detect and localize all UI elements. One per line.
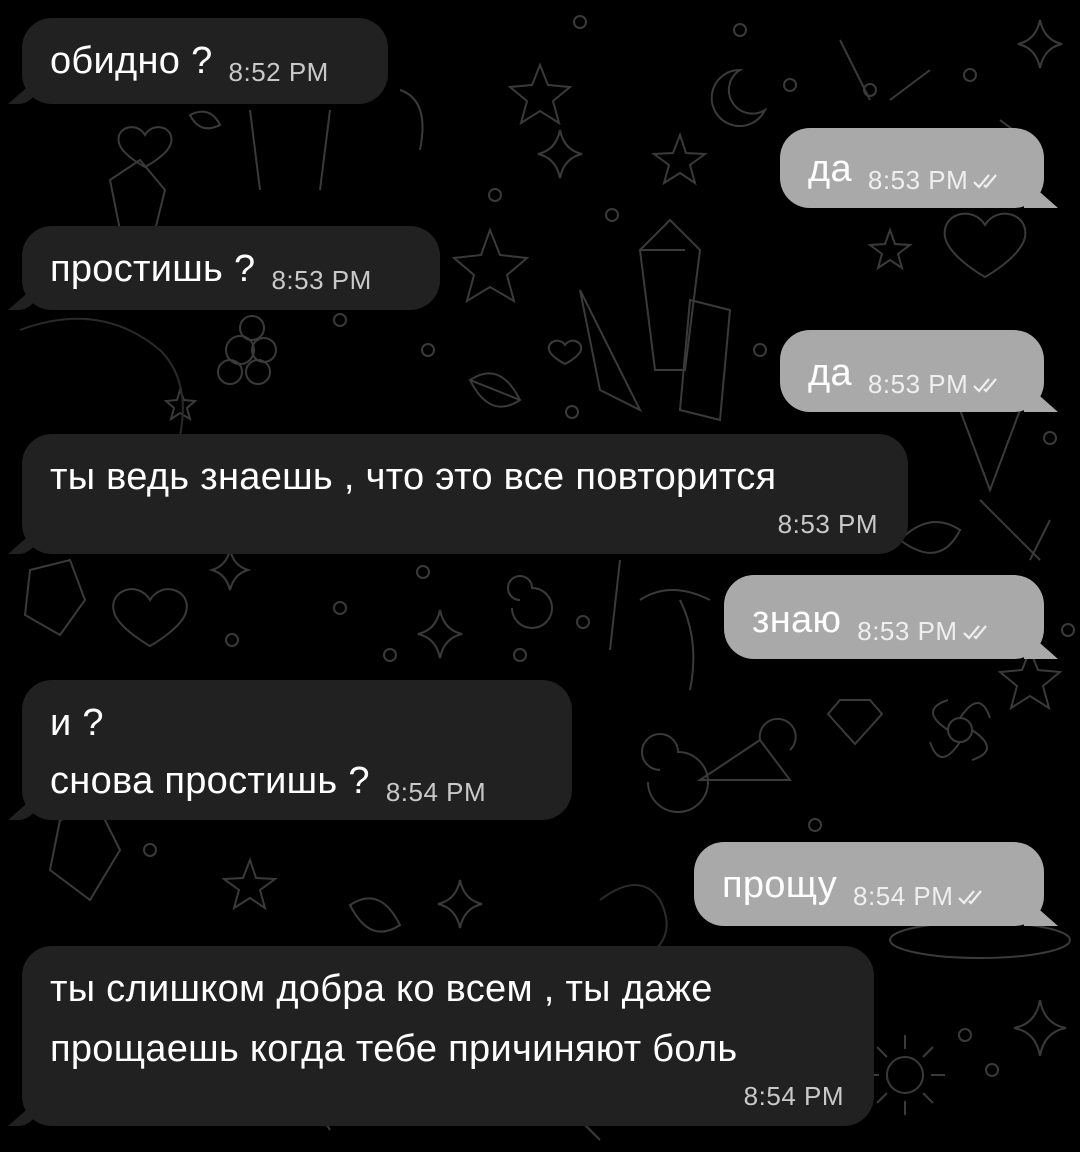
message-time: 8:53 PM	[857, 616, 991, 647]
message-incoming[interactable]: ты ведь знаешь , что это все повторится …	[22, 434, 908, 554]
message-text-line: ты слишком добра ко всем , ты даже	[50, 968, 713, 1010]
message-text-line: прощаешь когда тебе причиняют боль	[50, 1028, 738, 1070]
message-outgoing[interactable]: знаю 8:53 PM	[724, 575, 1044, 659]
message-text: да	[808, 352, 852, 394]
message-text: ты ведь знаешь , что это все повторится	[50, 456, 777, 498]
message-incoming[interactable]: и ? снова простишь ? 8:54 PM	[22, 680, 572, 820]
message-text: простишь ?	[50, 248, 256, 290]
message-outgoing[interactable]: да 8:53 PM	[780, 128, 1044, 208]
message-outgoing[interactable]: да 8:53 PM	[780, 330, 1044, 412]
double-check-icon	[973, 378, 998, 393]
message-time: 8:54 PM	[385, 777, 487, 807]
message-text-line: снова простишь ?	[50, 760, 370, 802]
message-incoming[interactable]: простишь ? 8:53 PM	[22, 226, 440, 310]
message-text: прощу	[722, 864, 838, 906]
message-text-line: и ?	[50, 702, 104, 744]
message-incoming[interactable]: обидно ? 8:52 PM	[22, 18, 388, 104]
message-time: 8:53 PM	[271, 265, 372, 295]
message-text: знаю	[752, 599, 842, 641]
message-outgoing[interactable]: прощу 8:54 PM	[694, 842, 1044, 926]
message-time: 8:52 PM	[228, 57, 329, 87]
double-check-icon	[962, 625, 987, 640]
message-incoming[interactable]: ты слишком добра ко всем , ты даже проща…	[22, 946, 874, 1126]
message-time: 8:53 PM	[868, 165, 1002, 196]
message-text: обидно ?	[50, 40, 213, 82]
message-time: 8:54 PM	[743, 1081, 844, 1111]
message-text: да	[808, 148, 852, 190]
double-check-icon	[973, 174, 998, 189]
double-check-icon	[958, 890, 983, 905]
message-time: 8:54 PM	[853, 881, 987, 912]
message-time: 8:53 PM	[868, 369, 1002, 400]
message-time: 8:53 PM	[777, 509, 878, 539]
